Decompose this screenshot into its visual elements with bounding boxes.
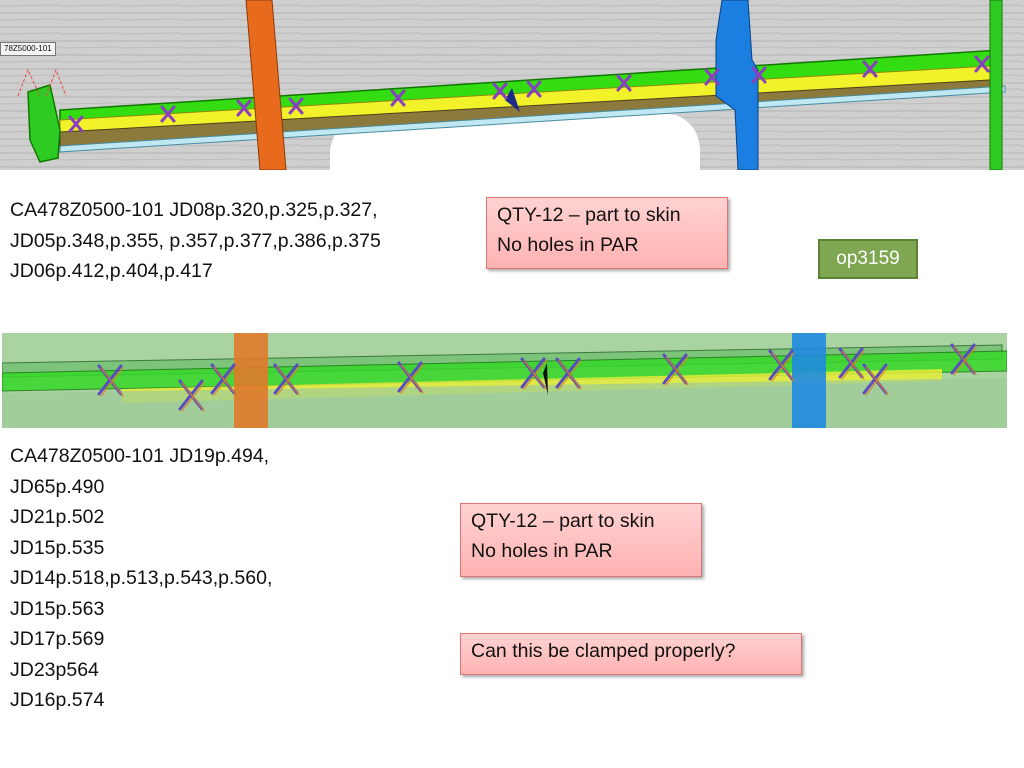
- cad-top-graphic: [0, 0, 1024, 170]
- note-line: Can this be clamped properly?: [471, 640, 736, 662]
- reference-line: JD15p.563: [10, 597, 105, 620]
- operation-badge: op3159: [818, 239, 918, 279]
- reference-line: CA478Z0500-101 JD08p.320,p.325,p.327,: [10, 199, 378, 221]
- cad-bottom-graphic: [2, 333, 1007, 428]
- reference-line: JD15p.535: [10, 536, 105, 559]
- cad-view-top[interactable]: 78Z5000-101: [0, 0, 1024, 170]
- reference-line: JD05p.348,p.355, p.357,p.377,p.386,p.375: [10, 229, 381, 252]
- note-line: QTY-12 – part to skin: [497, 204, 681, 226]
- note-line: No holes in PAR: [497, 234, 639, 256]
- note-line: No holes in PAR: [471, 540, 613, 562]
- reference-line: JD21p.502: [10, 506, 105, 528]
- reference-line: JD17p.569: [10, 628, 105, 650]
- reference-line: CA478Z0500-101 JD19p.494,: [10, 445, 270, 467]
- cad-view-bottom[interactable]: [2, 333, 1007, 428]
- note-callout-bottom: QTY-12 – part to skin No holes in PAR: [460, 503, 702, 577]
- reference-line: JD06p.412,p.404,p.417: [10, 260, 213, 282]
- reference-line: JD14p.518,p.513,p.543,p.560,: [10, 567, 273, 589]
- note-line: QTY-12 – part to skin: [471, 510, 655, 532]
- reference-line: JD65p.490: [10, 475, 105, 498]
- reference-line: JD23p564: [10, 658, 99, 681]
- note-callout-top: QTY-12 – part to skin No holes in PAR: [486, 197, 728, 269]
- part-reference-list-bottom: CA478Z0500-101 JD19p.494, JD65p.490 JD21…: [10, 441, 272, 716]
- clamp-question-callout: Can this be clamped properly?: [460, 633, 802, 675]
- reference-line: JD16p.574: [10, 689, 105, 711]
- part-tag: 78Z5000-101: [0, 42, 56, 56]
- part-reference-list-top: CA478Z0500-101 JD08p.320,p.325,p.327, JD…: [10, 195, 381, 287]
